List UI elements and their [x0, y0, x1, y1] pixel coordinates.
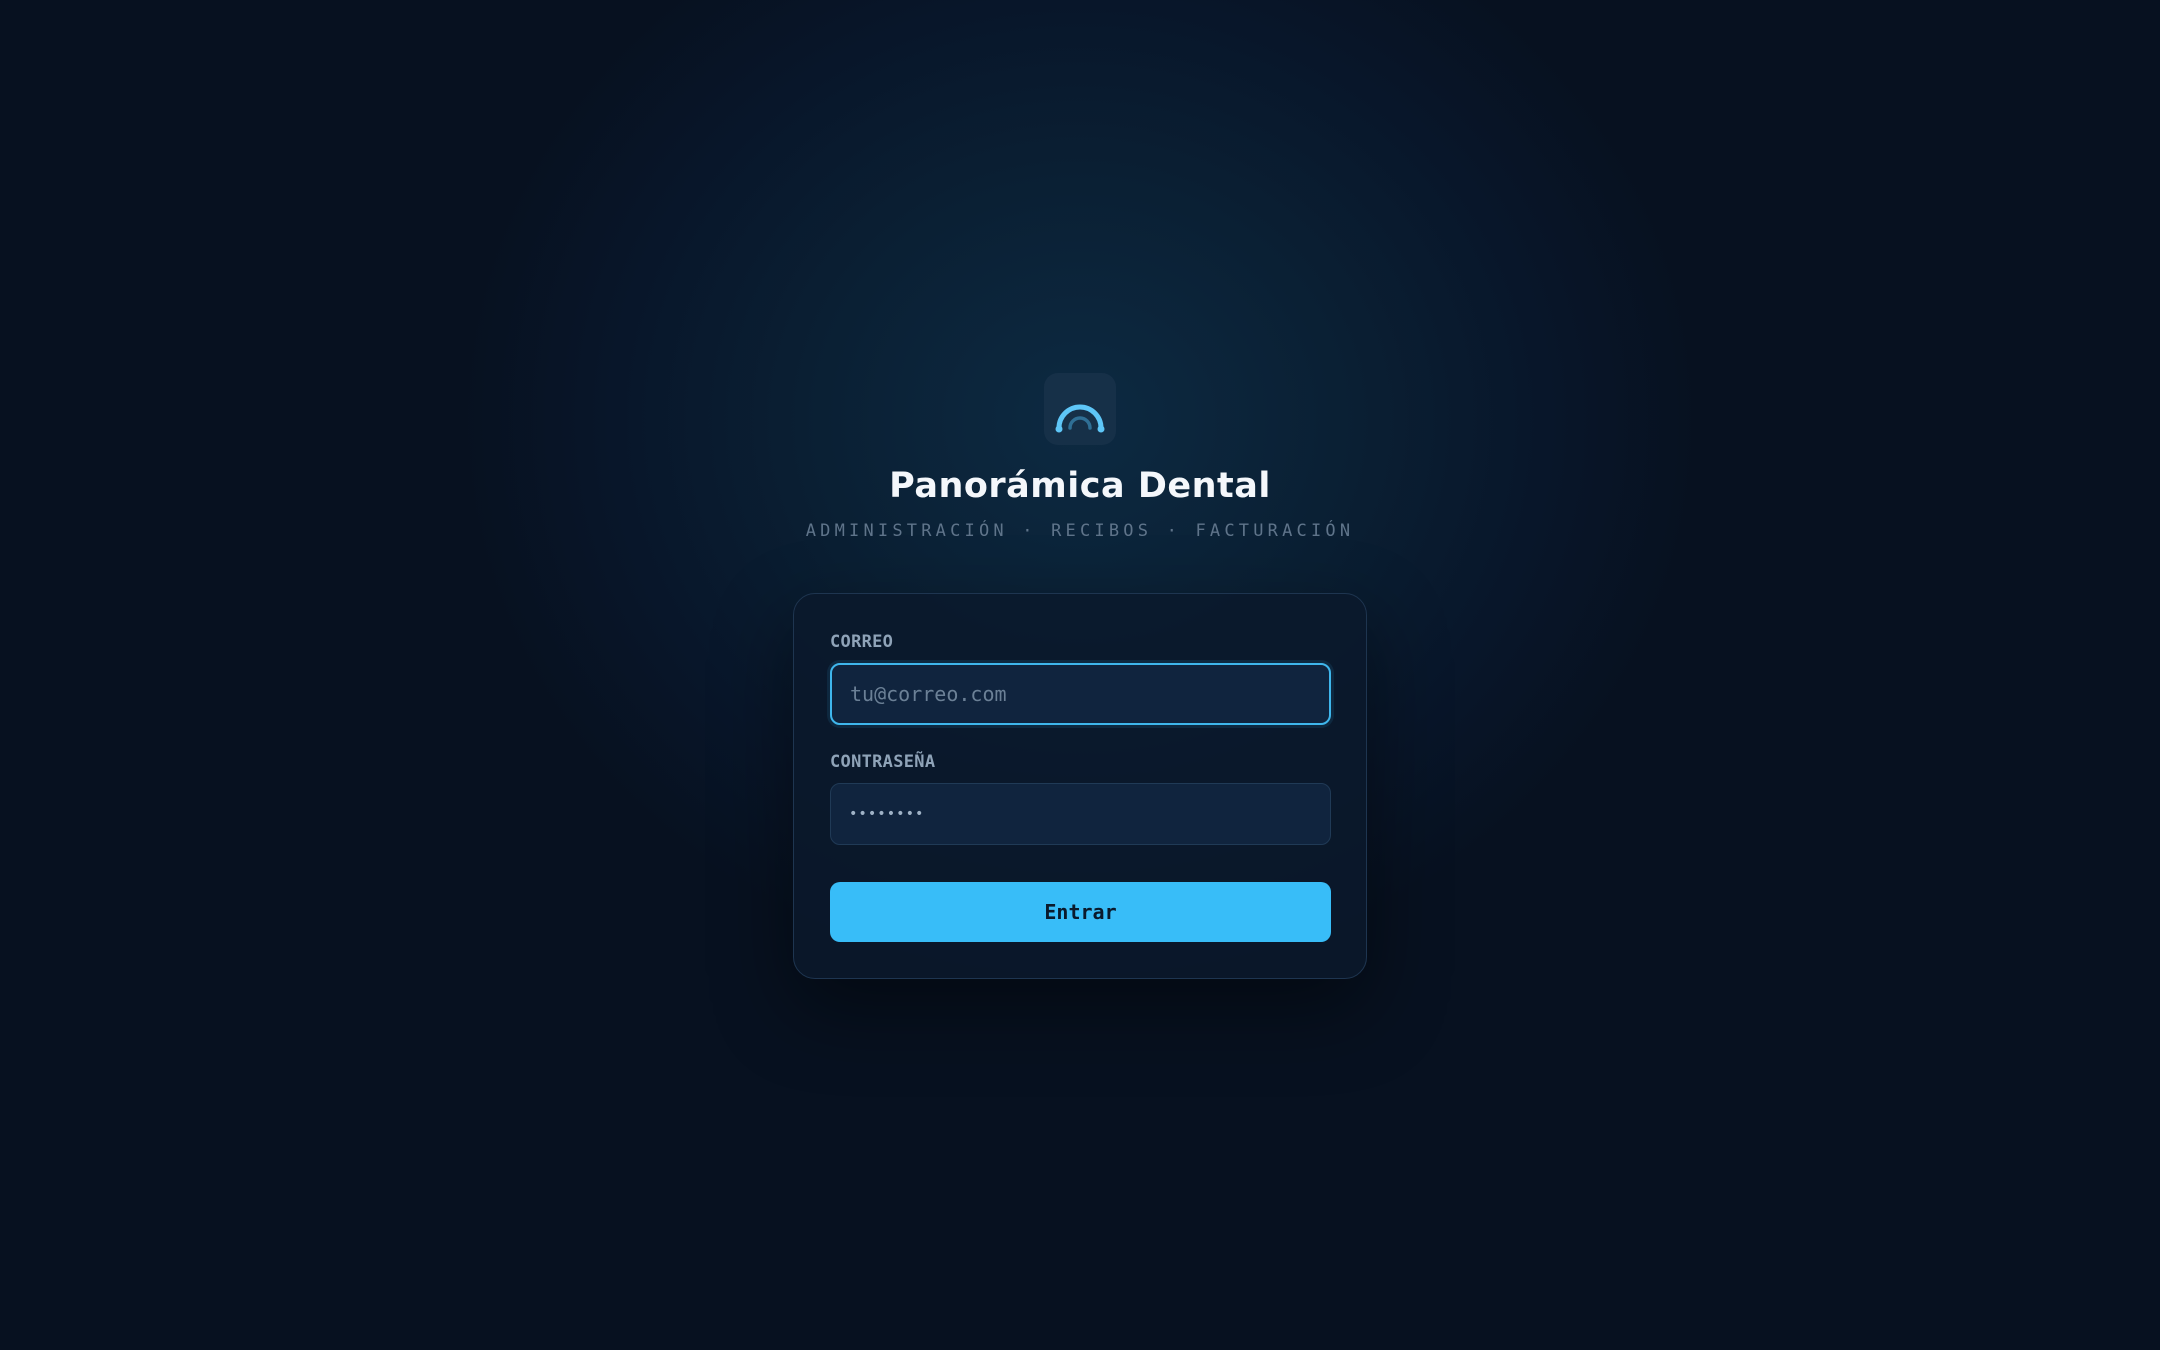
arch-icon — [1055, 404, 1105, 433]
login-card: CORREO CONTRASEÑA Entrar — [793, 593, 1367, 979]
login-page: Panorámica Dental ADMINISTRACIÓN · RECIB… — [0, 0, 2160, 1350]
password-field[interactable] — [830, 783, 1331, 845]
submit-button[interactable]: Entrar — [830, 882, 1331, 942]
password-label: CONTRASEÑA — [830, 752, 936, 772]
email-label: CORREO — [830, 632, 894, 652]
email-field[interactable] — [830, 663, 1331, 725]
app-subtitle: ADMINISTRACIÓN · RECIBOS · FACTURACIÓN — [805, 521, 1355, 541]
app-logo — [1044, 373, 1116, 445]
app-title: Panorámica Dental — [889, 466, 1271, 506]
